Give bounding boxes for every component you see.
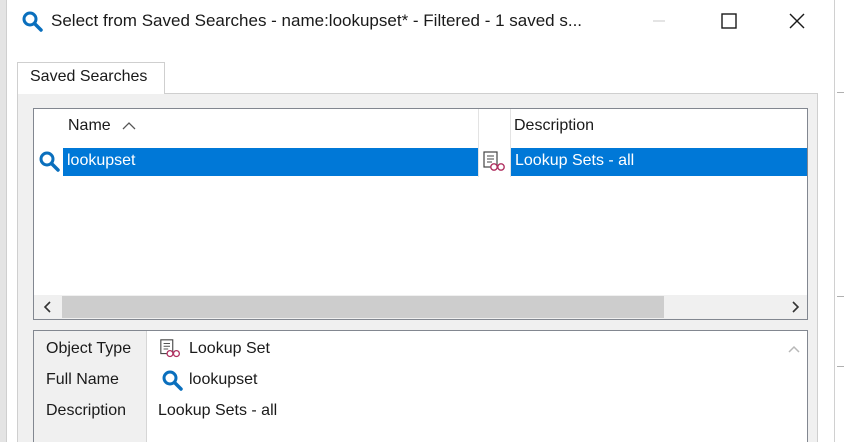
window-title: Select from Saved Searches - name:lookup… [51,11,583,30]
description-value: Lookup Sets - all [158,402,278,419]
search-icon [162,370,183,391]
lookup-set-icon [160,339,180,358]
horizontal-scrollbar[interactable] [34,295,807,319]
sort-ascending-icon [122,122,136,130]
column-header-name[interactable]: Name [68,117,111,135]
minimize-icon [653,20,665,22]
row-description-text: Lookup Sets - all [515,152,635,169]
full-name-label: Full Name [46,371,119,388]
chevron-left-icon [43,301,51,313]
close-button[interactable] [765,0,829,42]
full-name-value: lookupset [189,371,258,388]
scroll-left-button[interactable] [34,295,62,319]
title-bar[interactable]: Select from Saved Searches - name:lookup… [7,0,834,42]
table-row-description[interactable]: Lookup Sets - all [511,148,807,176]
table-row-name[interactable]: lookupset [63,148,478,176]
scrollbar-thumb[interactable] [62,296,664,318]
list-header: Name Description [34,109,807,177]
minimize-button[interactable] [627,0,691,42]
details-label-column: Object Type Full Name Description [34,331,147,442]
saved-searches-list[interactable]: Name Description lookupset Lookup Sets -… [33,108,808,320]
search-icon [39,151,60,172]
details-panel: Object Type Full Name Description Lookup… [33,330,808,442]
lookup-set-icon [483,151,505,171]
description-label: Description [46,402,127,419]
column-divider[interactable] [478,109,479,177]
column-header-description[interactable]: Description [514,117,594,135]
chevron-right-icon [792,301,800,313]
object-type-label: Object Type [46,340,132,357]
window-left-edge [0,0,7,442]
close-icon [789,13,805,29]
object-type-value: Lookup Set [189,340,270,357]
window-right-edge [834,0,844,442]
scroll-right-button[interactable] [781,295,807,319]
scroll-up-button[interactable] [784,339,804,359]
search-icon [22,11,43,32]
tab-label: Saved Searches [30,68,148,85]
row-name-text: lookupset [67,152,136,169]
maximize-button[interactable] [697,0,761,42]
tab-saved-searches[interactable]: Saved Searches [17,62,165,94]
chevron-up-icon [788,345,800,353]
maximize-icon [721,13,737,29]
